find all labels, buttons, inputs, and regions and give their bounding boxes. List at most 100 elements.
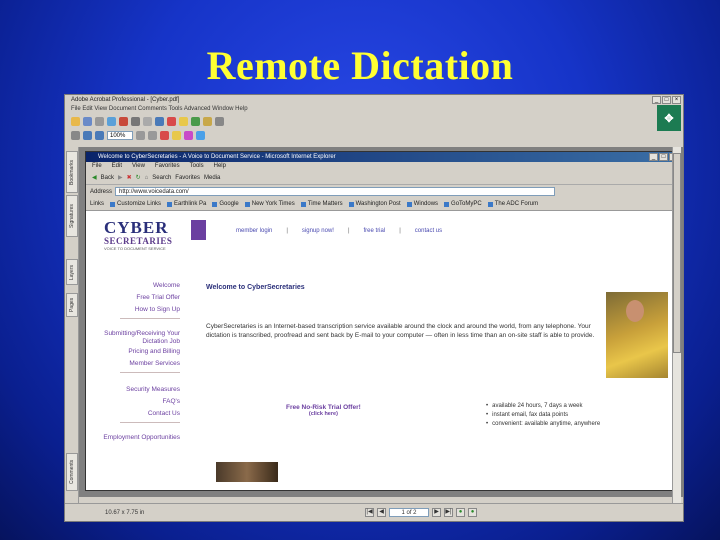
open-icon[interactable]: [71, 116, 80, 126]
link-gotomypc[interactable]: GoToMyPC: [444, 201, 482, 207]
email-icon[interactable]: [107, 116, 116, 126]
ie-maximize-button[interactable]: □: [659, 153, 668, 161]
maximize-button[interactable]: □: [662, 96, 671, 104]
create-pdf-icon[interactable]: [167, 116, 176, 126]
link-adc-forum[interactable]: The ADC Forum: [488, 201, 538, 207]
acrobat-window: Adobe Acrobat Professional - [Cyber.pdf]…: [64, 94, 684, 522]
fit-width-icon[interactable]: [148, 130, 157, 140]
save-icon[interactable]: [83, 116, 92, 126]
home-icon[interactable]: ⌂: [145, 175, 149, 181]
scrollbar-thumb[interactable]: [673, 153, 681, 353]
zoom-level-field[interactable]: 100%: [107, 130, 133, 140]
tab-signatures[interactable]: Signatures: [66, 195, 78, 237]
tab-layers[interactable]: Layers: [66, 259, 78, 285]
feature-bullets: available 24 hours, 7 days a week instan…: [486, 402, 600, 429]
link-google[interactable]: Google: [212, 201, 238, 207]
media-label[interactable]: Media: [204, 175, 220, 181]
navigation-tabs: Bookmarks Signatures Layers Pages Commen…: [65, 147, 79, 509]
link-earthlink[interactable]: Earthlink Pa: [167, 201, 206, 207]
minimize-button[interactable]: _: [652, 96, 661, 104]
hand-tool-icon[interactable]: [131, 116, 140, 126]
back-label[interactable]: Back: [101, 175, 114, 181]
footer-photo: [216, 462, 278, 482]
search-label[interactable]: Search: [152, 175, 171, 181]
acrobat-window-controls: _ □ ×: [652, 96, 681, 104]
links-label: Links: [90, 201, 105, 207]
menu-help[interactable]: Help: [214, 162, 226, 171]
link-time-matters[interactable]: Time Matters: [301, 201, 343, 207]
bullet-item: available 24 hours, 7 days a week: [486, 402, 600, 411]
page-navigation: |◀ ◀ 1 of 2 ▶ ▶| ● ●: [365, 508, 477, 517]
rotate-icon[interactable]: [196, 130, 205, 140]
fit-page-icon[interactable]: [136, 130, 145, 140]
zoom-in-icon[interactable]: [83, 130, 92, 140]
stop-icon[interactable]: ✖: [127, 174, 132, 181]
side-link-pricing[interactable]: Pricing and Billing: [100, 346, 180, 358]
last-page-button[interactable]: ▶|: [444, 508, 453, 517]
ie-minimize-button[interactable]: _: [649, 153, 658, 161]
side-link-faq[interactable]: FAQ's: [100, 396, 181, 408]
note-icon[interactable]: [172, 130, 181, 140]
zoom-icon[interactable]: [155, 116, 164, 126]
link-windows[interactable]: Windows: [407, 201, 438, 207]
side-link-employment[interactable]: Employment Opportunities: [100, 434, 180, 442]
photo-face: [626, 300, 644, 322]
side-link-security[interactable]: Security Measures: [100, 384, 180, 396]
tab-bookmarks[interactable]: Bookmarks: [66, 151, 78, 193]
offer-click-here[interactable]: (click here): [286, 411, 361, 417]
go-forward-icon[interactable]: ●: [468, 508, 477, 517]
link-washington-post[interactable]: Washington Post: [349, 201, 401, 207]
nav-signup[interactable]: signup now!: [302, 228, 334, 234]
select-tool-icon[interactable]: [143, 116, 152, 126]
next-page-button[interactable]: ▶: [432, 508, 441, 517]
menu-file[interactable]: File: [92, 162, 102, 171]
favorites-label[interactable]: Favorites: [175, 175, 200, 181]
side-link-sign-up[interactable]: How to Sign Up: [100, 304, 180, 316]
tab-comments[interactable]: Comments: [66, 453, 78, 491]
link-nytimes[interactable]: New York Times: [245, 201, 295, 207]
sign-icon[interactable]: [191, 116, 200, 126]
highlight-icon[interactable]: [160, 130, 169, 140]
menu-favorites[interactable]: Favorites: [155, 162, 180, 171]
side-link-member-services[interactable]: Member Services: [100, 358, 180, 370]
acrobat-vertical-scrollbar[interactable]: [672, 147, 681, 509]
print-icon[interactable]: [95, 116, 104, 126]
refresh-icon[interactable]: ↻: [136, 174, 141, 181]
ie-window: Welcome to CyberSecretaries - A Voice to…: [85, 151, 681, 491]
forward-icon[interactable]: ▶: [118, 174, 123, 181]
tab-pages[interactable]: Pages: [66, 293, 78, 317]
close-button[interactable]: ×: [672, 96, 681, 104]
first-page-button[interactable]: |◀: [365, 508, 374, 517]
link-customize[interactable]: Customize Links: [110, 201, 161, 207]
side-link-submitting[interactable]: Submitting/Receiving Your Dictation Job: [100, 330, 180, 346]
nav-free-trial[interactable]: free trial: [364, 228, 386, 234]
ie-menu-bar: File Edit View Favorites Tools Help: [86, 162, 680, 171]
comment-icon[interactable]: [179, 116, 188, 126]
side-link-contact[interactable]: Contact Us: [100, 408, 180, 420]
secure-icon[interactable]: [203, 116, 212, 126]
search-icon[interactable]: [119, 116, 128, 126]
zoom-out-icon[interactable]: [95, 130, 104, 140]
nav-member-login[interactable]: member login: [236, 228, 272, 234]
pencil-icon[interactable]: [184, 130, 193, 140]
menu-edit[interactable]: Edit: [112, 162, 122, 171]
menu-tools[interactable]: Tools: [190, 162, 204, 171]
acrobat-menu-bar[interactable]: File Edit View Document Comments Tools A…: [65, 105, 683, 114]
offer-title[interactable]: Free No-Risk Trial Offer!: [286, 404, 361, 411]
nav-contact-us[interactable]: contact us: [415, 228, 442, 234]
back-icon[interactable]: ◀: [92, 174, 97, 181]
prev-page-button[interactable]: ◀: [377, 508, 386, 517]
page-number-field[interactable]: 1 of 2: [389, 508, 429, 517]
address-input[interactable]: http://www.voicedata.com/: [115, 187, 556, 196]
cyber-secretaries-logo[interactable]: CYBER SECRETARIES VOICE TO DOCUMENT SERV…: [104, 219, 212, 258]
side-link-free-trial[interactable]: Free Trial Offer: [100, 292, 180, 304]
links-bar: Links Customize Links Earthlink Pa Googl…: [86, 198, 680, 211]
snapshot-icon[interactable]: [71, 130, 80, 140]
web-page: CYBER SECRETARIES VOICE TO DOCUMENT SERV…: [86, 212, 680, 490]
woman-on-phone-photo: [606, 292, 668, 378]
forms-icon[interactable]: [215, 116, 224, 126]
menu-view[interactable]: View: [132, 162, 145, 171]
side-link-welcome[interactable]: Welcome: [100, 280, 180, 292]
go-back-icon[interactable]: ●: [456, 508, 465, 517]
free-trial-offer[interactable]: Free No-Risk Trial Offer! (click here): [286, 404, 361, 417]
